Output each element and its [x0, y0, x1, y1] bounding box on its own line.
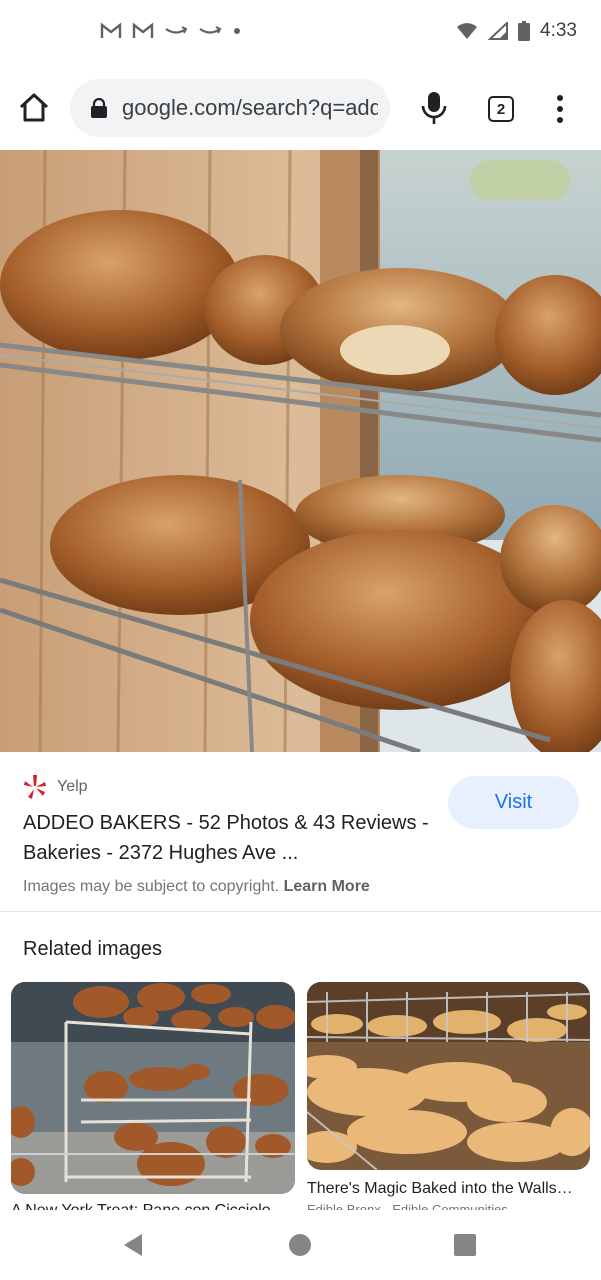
back-icon[interactable]: [122, 1232, 144, 1258]
wifi-icon: [457, 23, 478, 39]
related-image-caption[interactable]: There's Magic Baked into the Walls…: [307, 1180, 590, 1198]
clock: 4:33: [540, 20, 577, 41]
status-bar: 4:33: [0, 0, 601, 66]
system-navigation-bar: [0, 1210, 601, 1280]
result-title[interactable]: ADDEO BAKERS - 52 Photos & 43 Reviews - …: [23, 808, 433, 868]
learn-more-link[interactable]: Learn More: [284, 878, 370, 895]
source-attribution[interactable]: Yelp: [23, 774, 88, 800]
battery-icon: [518, 21, 531, 41]
copyright-notice: Images may be subject to copyright. Lear…: [23, 878, 370, 896]
divider: [0, 911, 601, 912]
browser-toolbar: google.com/search?q=addeo+bakers 2: [0, 66, 601, 150]
gmail-icon: [100, 22, 122, 38]
cell-signal-icon: [488, 22, 509, 40]
related-image-source: Edible Bronx - Edible Communities: [307, 1202, 508, 1210]
home-icon[interactable]: [16, 90, 52, 126]
more-notifications-icon: [234, 28, 240, 34]
gmail-icon: [132, 22, 154, 38]
notification-icons: [100, 22, 242, 40]
lock-icon: [91, 98, 107, 118]
source-name: Yelp: [57, 778, 88, 795]
microphone-icon[interactable]: [420, 90, 448, 126]
tab-switcher-button[interactable]: 2: [488, 96, 514, 122]
address-bar[interactable]: google.com/search?q=addeo+bakers: [70, 79, 390, 137]
more-options-icon[interactable]: [552, 94, 568, 124]
related-images-heading: Related images: [23, 938, 162, 960]
home-nav-button[interactable]: [289, 1234, 311, 1256]
amazon-icon: [165, 26, 188, 34]
url-text[interactable]: google.com/search?q=addeo+bakers: [122, 95, 378, 121]
yelp-logo-icon: [24, 775, 46, 799]
recents-button[interactable]: [454, 1234, 476, 1256]
related-image-thumbnail[interactable]: [307, 982, 590, 1170]
related-image-thumbnail[interactable]: [11, 982, 295, 1194]
related-image-caption[interactable]: A New York Treat: Pane con Cicciolo: [11, 1202, 295, 1210]
image-result-panel: Yelp Visit ADDEO BAKERS - 52 Photos & 43…: [0, 752, 601, 912]
visit-button[interactable]: Visit: [448, 776, 579, 829]
copyright-text: Images may be subject to copyright.: [23, 878, 280, 895]
amazon-icon: [199, 26, 222, 34]
result-image-bread-shelves[interactable]: [0, 150, 601, 752]
